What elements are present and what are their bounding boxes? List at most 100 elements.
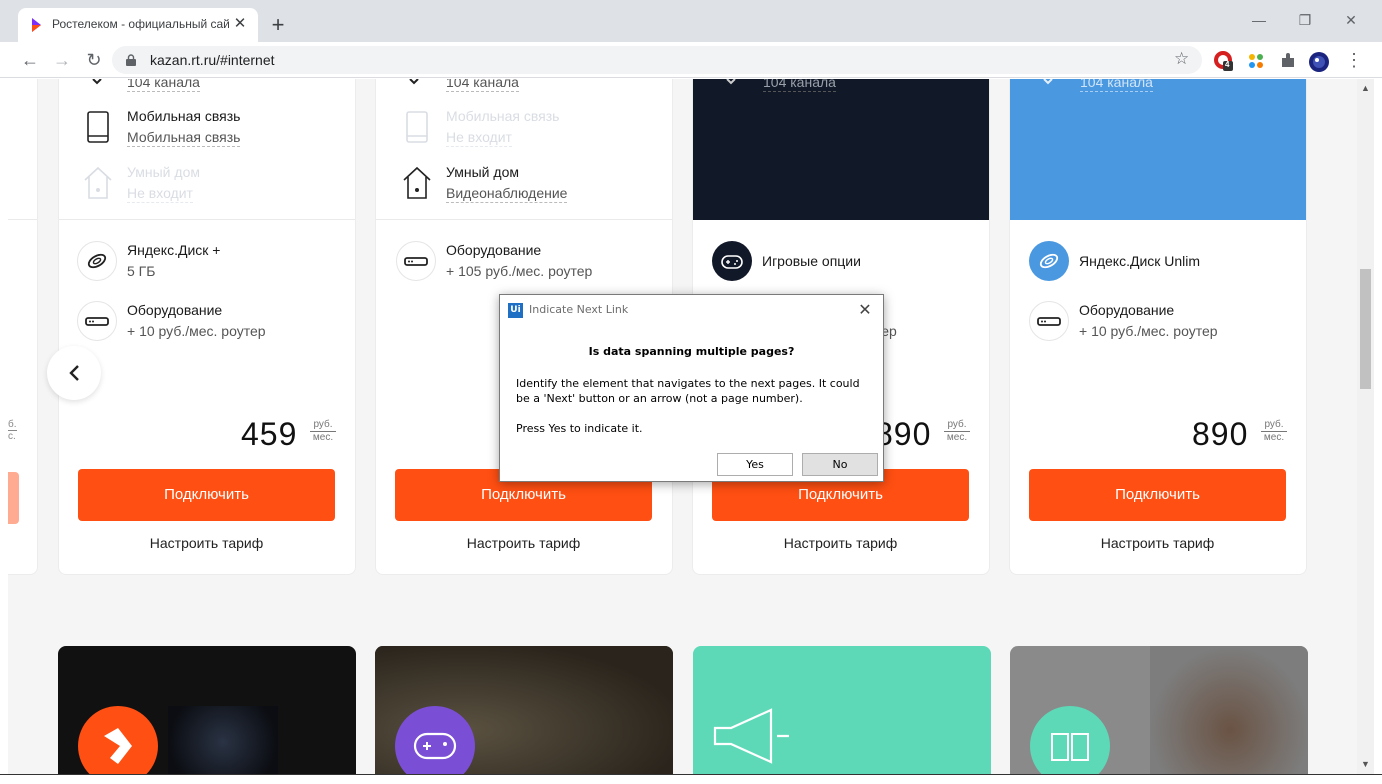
gamepad-promo-icon (395, 706, 475, 784)
option-title: Оборудование (446, 242, 542, 258)
tariff-card-partial: б. с. (8, 79, 38, 575)
configure-tariff-link[interactable]: Настроить тариф (78, 535, 335, 551)
scroll-down-icon[interactable]: ▼ (1361, 759, 1370, 769)
option-title: Игровые опции (762, 253, 861, 269)
paw-extension-icon[interactable] (1246, 51, 1266, 71)
price-currency: руб. мес. (1261, 419, 1287, 443)
new-tab-button[interactable]: + (264, 12, 292, 40)
gamepad-icon (712, 241, 752, 281)
minimize-button[interactable]: — (1244, 8, 1274, 32)
option-title: Оборудование (1079, 302, 1175, 318)
indicate-next-link-dialog: Ui Indicate Next Link ✕ Is data spanning… (499, 294, 884, 482)
uipath-logo-icon: Ui (508, 303, 523, 318)
smart-home-icon (84, 166, 112, 199)
router-icon (396, 241, 436, 281)
rostelecom-favicon-icon (32, 18, 41, 32)
chevron-down-icon (726, 79, 736, 85)
bottom-edge (0, 774, 1382, 784)
feature-smart-home-sub[interactable]: Видеонаблюдение (446, 185, 568, 203)
opera-extension-icon[interactable]: 4 (1214, 51, 1234, 71)
dialog-message: Identify the element that navigates to t… (516, 377, 860, 405)
chevron-left-icon (69, 365, 79, 381)
feature-mobile-sub: Не входит (446, 129, 512, 147)
tab-strip: Ростелеком - официальный сай ✕ + — ❐ ✕ (0, 0, 1382, 42)
promo-card-announcements[interactable] (693, 646, 991, 784)
feature-tv-channels: 104 канала (127, 79, 200, 92)
megaphone-icon (713, 708, 789, 764)
mobile-phone-icon (87, 111, 109, 143)
yes-button[interactable]: Yes (717, 453, 793, 476)
address-bar[interactable]: kazan.rt.ru/#internet ☆ (112, 46, 1202, 74)
card-divider (376, 219, 672, 220)
promo-card-books[interactable] (1010, 646, 1308, 784)
feature-mobile-title: Мобильная связь (127, 108, 241, 124)
forward-icon[interactable]: → (50, 48, 74, 72)
card-dark-header: 104 канала (693, 79, 989, 220)
window-close-button[interactable]: ✕ (1336, 8, 1366, 32)
smart-home-icon (403, 166, 431, 199)
carousel-prev-button[interactable] (47, 346, 101, 400)
dialog-question: Is data spanning multiple pages? (588, 345, 795, 358)
feature-mobile-title: Мобильная связь (446, 108, 560, 124)
connect-button[interactable]: Подключить (1029, 469, 1286, 521)
currency-month: мес. (312, 432, 334, 443)
scrollbar-thumb[interactable] (1360, 269, 1371, 389)
restore-button[interactable]: ❐ (1290, 8, 1320, 32)
yandex-disk-unlim-icon (1029, 241, 1069, 281)
price-value: 890 (1192, 416, 1249, 452)
bookmark-star-icon[interactable]: ☆ (1174, 49, 1189, 69)
option-title: Оборудование (127, 302, 223, 318)
reload-icon[interactable]: ↻ (82, 48, 106, 72)
price-currency: руб. мес. (310, 419, 336, 443)
dialog-instruction: Press Yes to indicate it. (516, 422, 643, 435)
chevron-down-icon (92, 79, 102, 85)
promo-card-cinema[interactable] (58, 646, 356, 784)
promo-card-games[interactable] (375, 646, 673, 784)
partial-currency-top: б. (8, 419, 17, 431)
lock-icon (126, 54, 136, 66)
scroll-up-icon[interactable]: ▲ (1361, 83, 1370, 93)
page-scrollbar[interactable]: ▲ ▼ (1357, 79, 1374, 774)
feature-mobile-sub[interactable]: Мобильная связь (127, 129, 241, 147)
dialog-close-icon[interactable]: ✕ (854, 299, 876, 321)
puzzle-extensions-icon[interactable] (1278, 51, 1298, 71)
extension-badge: 4 (1225, 60, 1230, 69)
feature-tv-channels: 104 канала (446, 79, 519, 92)
feature-tv-channels: 104 канала (763, 79, 836, 92)
option-sub: + 105 руб./мес. роутер (446, 263, 593, 279)
dialog-titlebar: Ui Indicate Next Link ✕ (500, 295, 883, 325)
book-icon (1030, 706, 1110, 784)
currency-month: мес. (946, 432, 968, 443)
browser-toolbar: ← → ↻ kazan.rt.ru/#internet ☆ 4 ⋮ (0, 42, 1382, 78)
card-blue-header: 104 канала (1010, 79, 1306, 220)
chevron-down-icon (1043, 79, 1053, 85)
tariff-card-4: 104 канала Яндекс.Диск Unlim Оборудовани… (1009, 79, 1307, 575)
browser-menu-icon[interactable]: ⋮ (1342, 48, 1366, 72)
price-value: 459 (241, 416, 298, 452)
option-title: Яндекс.Диск + (127, 242, 221, 258)
currency-rub: руб. (1261, 419, 1287, 432)
tab-close-icon[interactable]: ✕ (230, 14, 250, 34)
configure-tariff-link[interactable]: Настроить тариф (712, 535, 969, 551)
partial-connect-button[interactable] (8, 472, 19, 524)
back-icon[interactable]: ← (18, 48, 42, 72)
connect-button[interactable]: Подключить (78, 469, 335, 521)
currency-rub: руб. (310, 419, 336, 432)
url-text: kazan.rt.ru/#internet (150, 52, 275, 68)
profile-avatar-icon[interactable] (1308, 51, 1329, 72)
currency-month: мес. (1263, 432, 1285, 443)
browser-tab[interactable]: Ростелеком - официальный сай ✕ (18, 8, 258, 42)
currency-rub: руб. (944, 419, 970, 432)
feature-smart-home-title: Умный дом (446, 164, 519, 180)
router-icon (77, 301, 117, 341)
option-sub: + 10 руб./мес. роутер (127, 323, 266, 339)
play-logo-icon (78, 706, 158, 784)
no-button[interactable]: No (802, 453, 878, 476)
mobile-phone-icon (406, 111, 428, 143)
feature-smart-home-title: Умный дом (127, 164, 200, 180)
price-currency: руб. мес. (944, 419, 970, 443)
option-sub: 5 ГБ (127, 263, 156, 279)
configure-tariff-link[interactable]: Настроить тариф (1029, 535, 1286, 551)
yandex-disk-icon (77, 241, 117, 281)
configure-tariff-link[interactable]: Настроить тариф (395, 535, 652, 551)
